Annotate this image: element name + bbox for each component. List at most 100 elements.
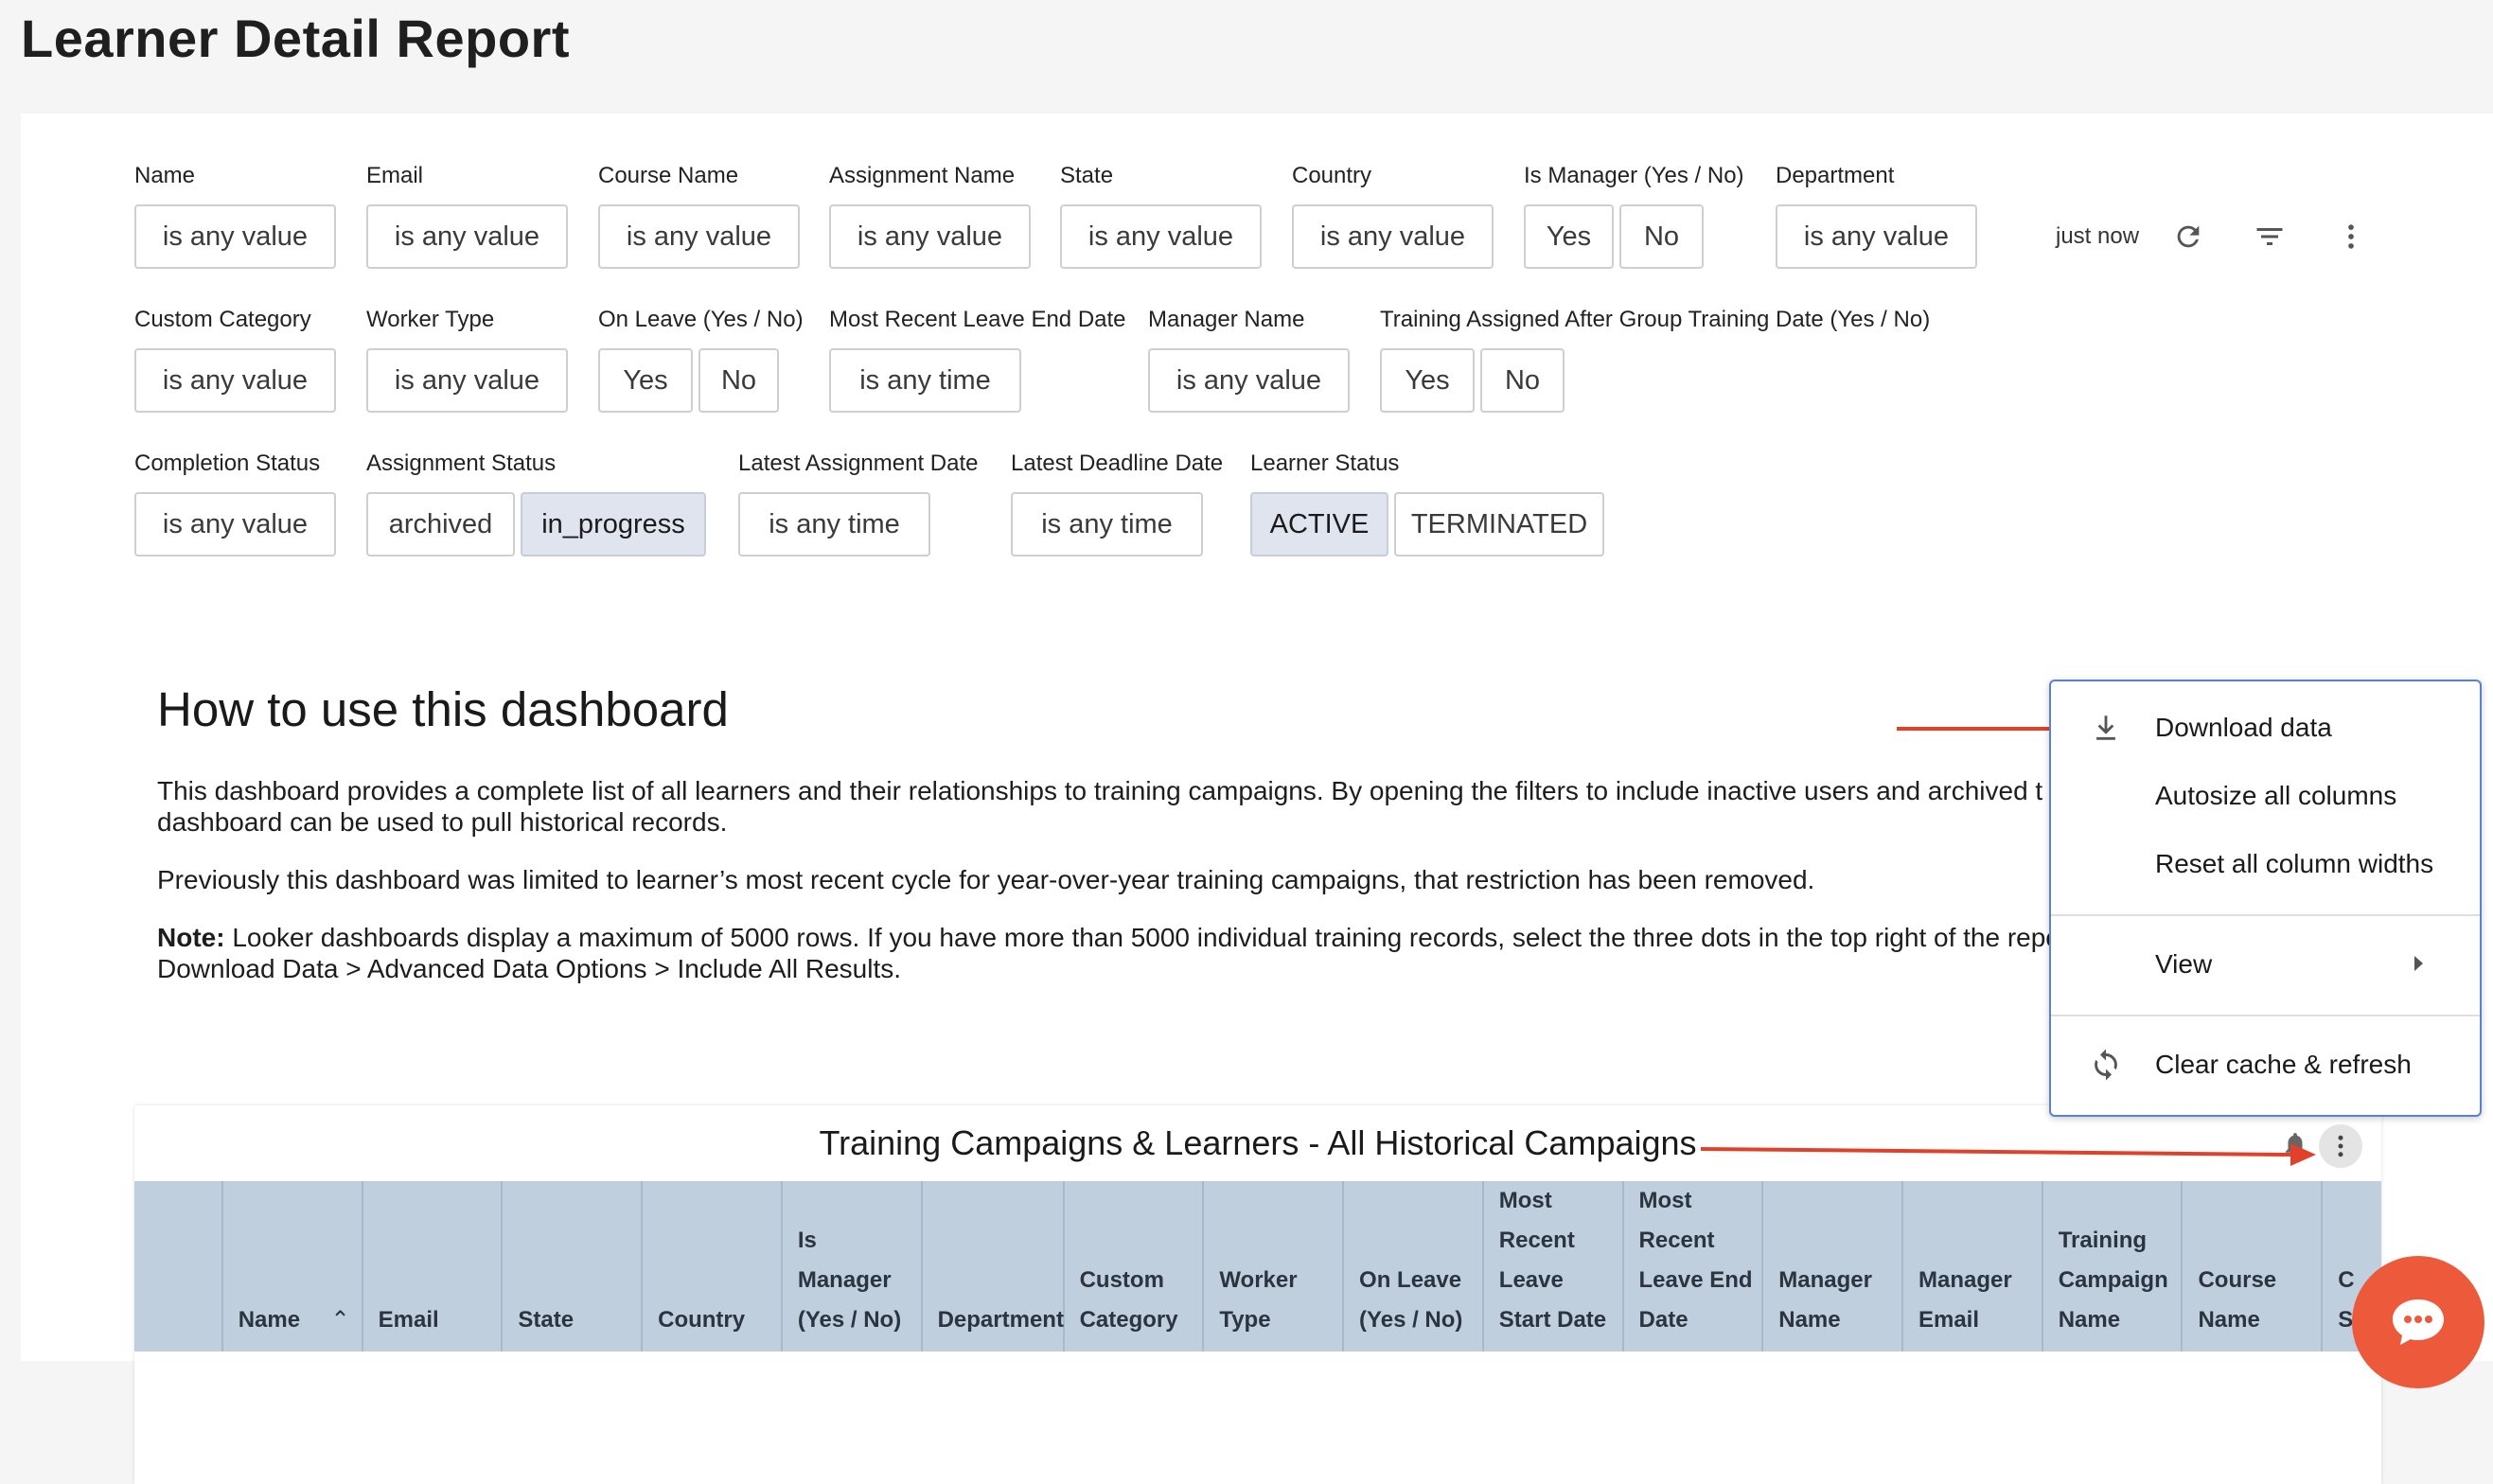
filter-label: Custom Category xyxy=(134,307,311,332)
column-header-custom-category[interactable]: Custom Category xyxy=(1065,1181,1205,1352)
last-refreshed-text: just now xyxy=(2056,223,2140,249)
filter-chip[interactable]: is any value xyxy=(1292,204,1494,269)
filter-label: Learner Status xyxy=(1250,450,1400,476)
column-header-manager-name[interactable]: Manager Name xyxy=(1763,1181,1903,1352)
previous-limit-paragraph: Previously this dashboard was limited to… xyxy=(157,865,1815,894)
filter-chip-no[interactable]: No xyxy=(1619,204,1704,269)
filter-label: Assignment Name xyxy=(829,163,1016,188)
chat-bubble-icon xyxy=(2393,1299,2444,1345)
filter-chip[interactable]: is any value xyxy=(134,204,336,269)
filter-chip[interactable]: is any value xyxy=(366,204,568,269)
page-title: Learner Detail Report xyxy=(21,9,570,68)
column-header-email[interactable]: Email xyxy=(363,1181,504,1352)
column-header-state[interactable]: State xyxy=(503,1181,644,1352)
filter-name: Name is any value xyxy=(134,161,336,269)
column-header-course-name[interactable]: Course Name xyxy=(2183,1181,2324,1352)
filter-chip[interactable]: is any value xyxy=(598,204,800,269)
tile-context-menu: Download data Autosize all columns Reset… xyxy=(2049,680,2482,1117)
column-header-name[interactable]: Name ⌃ xyxy=(223,1181,363,1352)
filter-chip-archived[interactable]: archived xyxy=(366,492,515,556)
filter-chip[interactable]: is any value xyxy=(134,348,336,413)
filter-completion-status: Completion Status is any value xyxy=(134,449,336,556)
column-header-manager-email[interactable]: Manager Email xyxy=(1903,1181,2043,1352)
menu-item-download-data[interactable]: Download data xyxy=(2051,695,2480,761)
filter-label: Is Manager (Yes / No) xyxy=(1524,163,1744,188)
filter-chip-yes[interactable]: Yes xyxy=(598,348,693,413)
filter-assignment-status: Assignment Status archived in_progress xyxy=(366,449,706,556)
filter-is-manager: Is Manager (Yes / No) Yes No xyxy=(1524,161,1744,269)
annotation-arrow-tile-menu xyxy=(1700,1143,2316,1166)
filter-label: Course Name xyxy=(598,163,739,188)
filter-chip[interactable]: is any time xyxy=(738,492,930,556)
filter-chip-no[interactable]: No xyxy=(698,348,779,413)
column-header-worker-type[interactable]: Worker Type xyxy=(1204,1181,1345,1352)
sort-ascending-icon[interactable]: ⌃ xyxy=(331,1300,350,1340)
filter-label: Latest Assignment Date xyxy=(738,450,979,476)
column-header-is-manager[interactable]: Is Manager (Yes / No) xyxy=(783,1181,923,1352)
description-paragraph: This dashboard provides a complete list … xyxy=(157,775,2145,838)
filter-chip[interactable]: is any time xyxy=(829,348,1021,413)
tile-more-vert-icon[interactable] xyxy=(2319,1124,2362,1168)
menu-divider xyxy=(2051,1015,2480,1016)
filter-on-leave: On Leave (Yes / No) Yes No xyxy=(598,305,804,413)
sync-icon xyxy=(2087,1046,2125,1084)
filter-email: Email is any value xyxy=(366,161,568,269)
filter-worker-type: Worker Type is any value xyxy=(366,305,568,413)
filter-chip[interactable]: is any time xyxy=(1011,492,1203,556)
filter-chip-in-progress[interactable]: in_progress xyxy=(521,492,706,556)
filter-chip[interactable]: is any value xyxy=(1060,204,1262,269)
filter-training-assigned-after: Training Assigned After Group Training D… xyxy=(1380,305,1930,413)
menu-item-clear-cache-refresh[interactable]: Clear cache & refresh xyxy=(2051,1032,2480,1098)
note-label: Note: xyxy=(157,923,225,952)
filter-chip[interactable]: is any value xyxy=(366,348,568,413)
filter-chip[interactable]: is any value xyxy=(134,492,336,556)
table-header-row: Name ⌃ Email State Country Is Manager (Ye… xyxy=(134,1181,2381,1352)
filter-chip-no[interactable]: No xyxy=(1480,348,1565,413)
filter-label: Latest Deadline Date xyxy=(1011,450,1224,476)
filter-chip-active[interactable]: ACTIVE xyxy=(1250,492,1388,556)
filter-assignment-name: Assignment Name is any value xyxy=(829,161,1031,269)
column-header-leave-start[interactable]: Most Recent Leave Start Date xyxy=(1484,1181,1624,1352)
filter-label: Completion Status xyxy=(134,450,321,476)
filter-label: Email xyxy=(366,163,424,188)
filter-icon[interactable] xyxy=(2245,212,2294,261)
filter-label: Manager Name xyxy=(1148,307,1305,332)
refresh-icon[interactable] xyxy=(2164,212,2213,261)
column-header-country[interactable]: Country xyxy=(643,1181,783,1352)
filter-country: Country is any value xyxy=(1292,161,1494,269)
download-icon xyxy=(2087,709,2125,747)
column-header-department[interactable]: Department xyxy=(923,1181,1065,1352)
filter-chip-yes[interactable]: Yes xyxy=(1524,204,1614,269)
menu-item-view[interactable]: View xyxy=(2051,931,2480,998)
filter-label: Assignment Status xyxy=(366,450,557,476)
column-header-campaign-name[interactable]: Training Campaign Name xyxy=(2043,1181,2184,1352)
how-to-use-tile: How to use this dashboard This dashboard… xyxy=(157,681,2145,1011)
filter-chip[interactable]: is any value xyxy=(829,204,1031,269)
chevron-right-icon xyxy=(2414,956,2423,971)
menu-item-autosize-columns[interactable]: Autosize all columns xyxy=(2051,763,2480,829)
chat-launcher-button[interactable] xyxy=(2352,1256,2484,1388)
dashboard-toolbar: just now xyxy=(2056,204,2408,269)
filter-chip[interactable]: is any value xyxy=(1776,204,1977,269)
filter-manager-name: Manager Name is any value xyxy=(1148,305,1350,413)
menu-divider xyxy=(2051,914,2480,916)
menu-item-reset-column-widths[interactable]: Reset all column widths xyxy=(2051,831,2480,897)
filter-department: Department is any value xyxy=(1776,161,1977,269)
filter-chip-terminated[interactable]: TERMINATED xyxy=(1394,492,1604,556)
filter-label: Name xyxy=(134,163,196,188)
column-header-on-leave[interactable]: On Leave (Yes / No) xyxy=(1344,1181,1484,1352)
column-header-leave-end[interactable]: Most Recent Leave End Date xyxy=(1624,1181,1764,1352)
filter-learner-status: Learner Status ACTIVE TERMINATED xyxy=(1250,449,1604,556)
filter-custom-category: Custom Category is any value xyxy=(134,305,336,413)
filter-label: Worker Type xyxy=(366,307,495,332)
filter-chip[interactable]: is any value xyxy=(1148,348,1350,413)
filter-most-recent-leave-end-date: Most Recent Leave End Date is any time xyxy=(829,305,1126,413)
note-paragraph: Note: Looker dashboards display a maximu… xyxy=(157,922,2145,984)
filter-label: State xyxy=(1060,163,1114,188)
column-header-index xyxy=(134,1181,223,1352)
description-line-2: dashboard can be used to pull historical… xyxy=(157,807,728,837)
note-text-2: Download Data > Advanced Data Options > … xyxy=(157,954,902,983)
filter-label: Most Recent Leave End Date xyxy=(829,307,1126,332)
more-vert-icon[interactable] xyxy=(2326,212,2376,261)
filter-chip-yes[interactable]: Yes xyxy=(1380,348,1475,413)
